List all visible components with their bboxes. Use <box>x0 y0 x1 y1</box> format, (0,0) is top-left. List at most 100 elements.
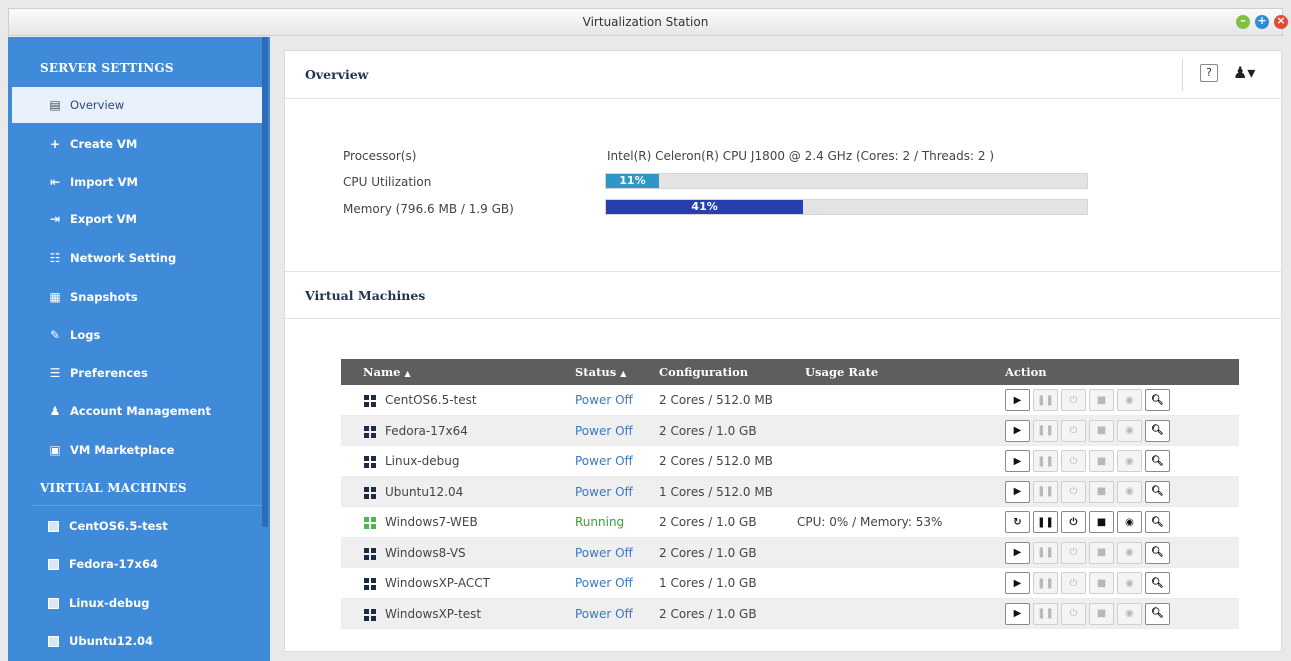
vm-windows-icon <box>364 395 376 407</box>
pause-button[interactable]: ❚❚ <box>1033 602 1058 625</box>
sidebar-item-create-vm[interactable]: + Create VM <box>12 126 264 162</box>
stop-button[interactable]: ■ <box>1089 541 1114 564</box>
power-button[interactable]: ⏻ <box>1061 511 1086 533</box>
cpu-utilization-fill: 11% <box>606 174 659 188</box>
sidebar-item-import-vm[interactable]: ⇤ Import VM <box>12 164 264 200</box>
power-button[interactable]: ⏻ <box>1061 541 1086 564</box>
start-button[interactable]: ▶ <box>1005 480 1030 503</box>
sidebar-item-label: Overview <box>70 98 125 112</box>
maximize-button[interactable]: + <box>1255 14 1269 29</box>
pause-button[interactable]: ❚❚ <box>1033 541 1058 564</box>
sidebar-item-overview[interactable]: ▤ Overview <box>12 87 268 123</box>
pause-button[interactable]: ❚❚ <box>1033 389 1058 411</box>
start-button[interactable]: ▶ <box>1005 389 1030 411</box>
console-button[interactable]: ◉ <box>1117 480 1142 503</box>
pause-button[interactable]: ❚❚ <box>1033 480 1058 503</box>
pause-button[interactable]: ❚❚ <box>1033 419 1058 442</box>
sidebar-item-account-management[interactable]: ♟ Account Management <box>12 393 264 429</box>
help-button[interactable]: ? <box>1200 64 1218 82</box>
sidebar-item-network-setting[interactable]: ☷ Network Setting <box>12 240 264 276</box>
console-button[interactable]: ◉ <box>1117 511 1142 533</box>
stop-button[interactable]: ■ <box>1089 450 1114 472</box>
start-button[interactable]: ▶ <box>1005 602 1030 625</box>
table-row[interactable]: WindowsXP-ACCT Power Off 1 Cores / 1.0 GB ▶… <box>341 568 1239 599</box>
sidebar-item-preferences[interactable]: ☰ Preferences <box>12 355 264 391</box>
table-header: Name ▲ Status ▲ Configuration Usage Rate… <box>341 359 1239 385</box>
table-row[interactable]: Linux-debug Power Off 2 Cores / 512.0 MB ▶ ❚… <box>341 446 1239 477</box>
vm-actions: ↻ ❚❚ ⏻ ■ ◉ 🔍︎ <box>1005 511 1173 533</box>
power-button[interactable]: ⏻ <box>1061 389 1086 411</box>
sort-icon: ▲ <box>620 368 627 378</box>
sidebar-vm-item[interactable]: Ubuntu12.04 <box>12 623 264 659</box>
stop-button[interactable]: ■ <box>1089 572 1114 594</box>
power-button[interactable]: ⏻ <box>1061 480 1086 503</box>
server-settings-heading: SERVER SETTINGS <box>40 61 174 75</box>
power-button[interactable]: ⏻ <box>1061 450 1086 472</box>
vm-windows-icon <box>364 456 376 468</box>
pause-button[interactable]: ❚❚ <box>1033 572 1058 594</box>
sort-icon: ▲ <box>404 368 411 378</box>
cpu-utilization-label: CPU Utilization <box>343 175 432 189</box>
stop-button[interactable]: ■ <box>1089 389 1114 411</box>
start-button[interactable]: ▶ <box>1005 450 1030 472</box>
column-status[interactable]: Status ▲ <box>575 365 626 379</box>
vm-actions: ▶ ❚❚ ⏻ ■ ◉ 🔍︎ <box>1005 541 1173 564</box>
table-row[interactable]: Windows8-VS Power Off 2 Cores / 1.0 GB ▶ ❚❚ ⏻… <box>341 537 1239 568</box>
vm-rows: CentOS6.5-test Power Off 2 Cores / 512.0 M… <box>341 385 1239 629</box>
sidebar-item-vm-marketplace[interactable]: ▣ VM Marketplace <box>12 432 264 468</box>
stop-button[interactable]: ■ <box>1089 480 1114 503</box>
start-button[interactable]: ▶ <box>1005 541 1030 564</box>
settings-button[interactable]: 🔍︎ <box>1145 419 1170 442</box>
pause-button[interactable]: ❚❚ <box>1033 511 1058 533</box>
table-row[interactable]: Windows7-WEB Running 2 Cores / 1.0 GB CPU: … <box>341 507 1239 538</box>
sidebar-item-logs[interactable]: ✎ Logs <box>12 317 264 353</box>
column-usage-rate[interactable]: Usage Rate <box>805 365 878 379</box>
close-icon: × <box>1276 14 1286 27</box>
pause-button[interactable]: ❚❚ <box>1033 450 1058 472</box>
power-button[interactable]: ⏻ <box>1061 419 1086 442</box>
sidebar-scrollbar[interactable] <box>262 37 268 527</box>
settings-button[interactable]: 🔍︎ <box>1145 511 1170 533</box>
stop-button[interactable]: ■ <box>1089 602 1114 625</box>
close-button[interactable]: × <box>1274 14 1288 29</box>
minimize-button[interactable]: – <box>1236 14 1250 29</box>
power-button[interactable]: ⏻ <box>1061 602 1086 625</box>
sidebar-vm-item[interactable]: CentOS6.5-test <box>12 508 264 544</box>
console-button[interactable]: ◉ <box>1117 450 1142 472</box>
settings-button[interactable]: 🔍︎ <box>1145 602 1170 625</box>
settings-button[interactable]: 🔍︎ <box>1145 541 1170 564</box>
vm-status: Power Off <box>575 423 633 438</box>
user-menu-icon[interactable]: ♟▾ <box>1233 63 1255 82</box>
vm-name: WindowsXP-test <box>385 606 482 621</box>
sidebar-item-label: VM Marketplace <box>70 443 175 457</box>
console-button[interactable]: ◉ <box>1117 541 1142 564</box>
vm-configuration: 2 Cores / 1.0 GB <box>659 515 757 529</box>
settings-button[interactable]: 🔍︎ <box>1145 572 1170 594</box>
start-button[interactable]: ▶ <box>1005 419 1030 442</box>
settings-button[interactable]: 🔍︎ <box>1145 389 1170 411</box>
console-button[interactable]: ◉ <box>1117 572 1142 594</box>
sidebar-vm-item[interactable]: Fedora-17x64 <box>12 546 264 582</box>
console-button[interactable]: ◉ <box>1117 602 1142 625</box>
column-name[interactable]: Name ▲ <box>363 365 411 379</box>
vm-windows-icon <box>364 486 376 499</box>
sidebar-item-export-vm[interactable]: ⇥ Export VM <box>12 201 264 237</box>
table-row[interactable]: Fedora-17x64 Power Off 2 Cores / 1.0 GB ▶ ❚❚… <box>341 415 1239 446</box>
stop-button[interactable]: ■ <box>1089 511 1114 533</box>
console-button[interactable]: ◉ <box>1117 389 1142 411</box>
sidebar-vm-item[interactable]: Linux-debug <box>12 585 264 621</box>
virtual-machines-title: Virtual Machines <box>305 288 426 303</box>
power-button[interactable]: ⏻ <box>1061 572 1086 594</box>
column-configuration[interactable]: Configuration <box>659 365 748 379</box>
table-row[interactable]: CentOS6.5-test Power Off 2 Cores / 512.0 M… <box>341 385 1239 416</box>
sidebar-item-snapshots[interactable]: ▦ Snapshots <box>12 279 264 315</box>
table-row[interactable]: Ubuntu12.04 Power Off 1 Cores / 512.0 MB ▶ ❚… <box>341 476 1239 507</box>
restart-button[interactable]: ↻ <box>1005 511 1030 533</box>
stop-button[interactable]: ■ <box>1089 419 1114 442</box>
console-button[interactable]: ◉ <box>1117 419 1142 442</box>
start-button[interactable]: ▶ <box>1005 572 1030 594</box>
network-icon: ☷ <box>49 251 61 265</box>
settings-button[interactable]: 🔍︎ <box>1145 450 1170 472</box>
table-row[interactable]: WindowsXP-test Power Off 2 Cores / 1.0 GB ▶… <box>341 598 1239 629</box>
settings-button[interactable]: 🔍︎ <box>1145 480 1170 503</box>
